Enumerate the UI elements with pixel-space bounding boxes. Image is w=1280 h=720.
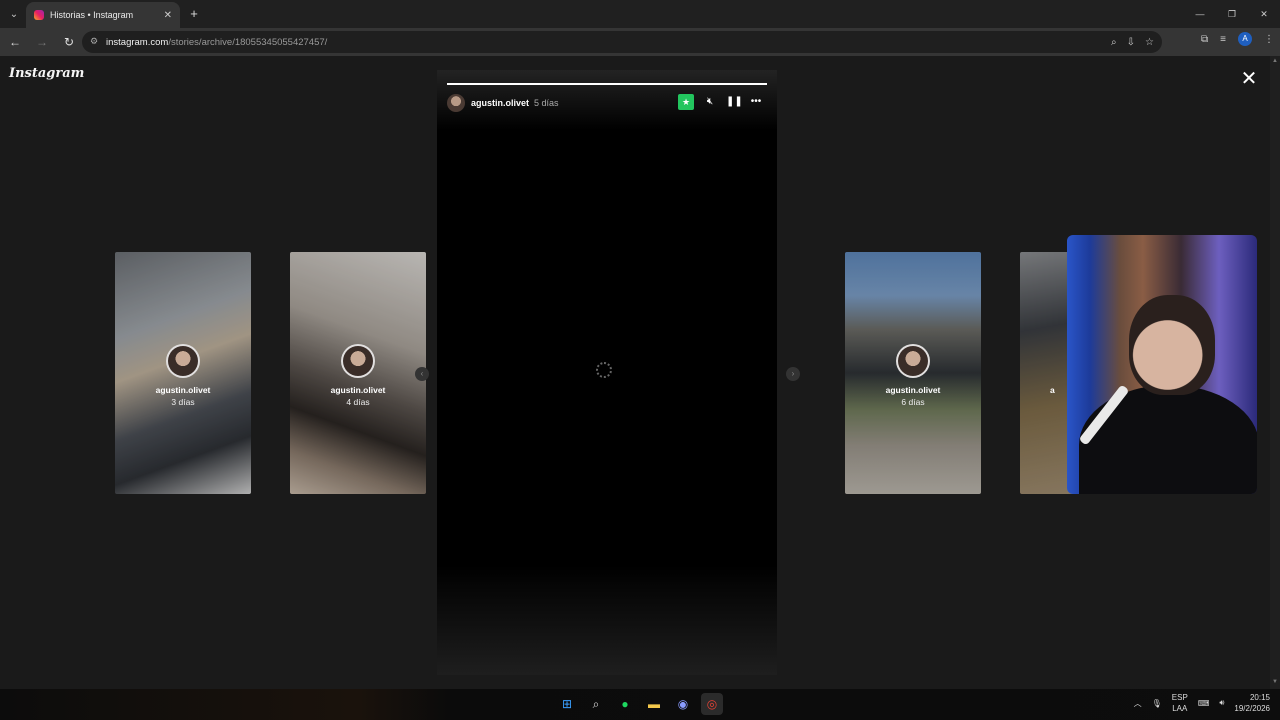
story-card-username: agustin.olivet — [330, 385, 386, 395]
browser-tabstrip: ⌄ Historias • Instagram ✕ + — ❐ ✕ — [0, 0, 1280, 28]
network-icon[interactable]: ⌨ — [1198, 699, 1210, 708]
discord-icon[interactable]: ◉ — [672, 693, 694, 715]
scroll-down-icon[interactable]: ▼ — [1271, 679, 1279, 687]
file-explorer-icon[interactable]: ▬ — [643, 693, 665, 715]
clock-date: 19/2/2026 — [1234, 704, 1270, 713]
close-window-icon[interactable]: ✕ — [1248, 0, 1280, 28]
profile-avatar[interactable]: A — [1238, 32, 1252, 46]
story-card-time: 4 días — [346, 397, 370, 407]
system-tray: ︿ 🎙︎ ESP LAA ⌨ 🔊︎ 20:15 19/2/2026 — [1134, 692, 1270, 714]
webcam-overlay — [1067, 235, 1257, 494]
reload-icon[interactable]: ↻ — [57, 30, 81, 54]
address-bar[interactable]: ⚙ instagram.com/stories/archive/18055345… — [82, 31, 1162, 53]
forward-icon[interactable]: → — [30, 30, 54, 54]
zoom-icon[interactable]: ⌕ — [1111, 37, 1117, 48]
previous-story-arrow-icon[interactable]: ‹ — [415, 367, 429, 381]
avatar — [341, 344, 375, 378]
instagram-favicon-icon — [34, 10, 44, 20]
extensions-icon[interactable]: ⧉ — [1201, 34, 1208, 45]
story-card-time: 6 días — [901, 397, 925, 407]
more-options-icon[interactable]: ••• — [749, 94, 763, 110]
page-scrollbar[interactable]: ▲ ▼ — [1270, 56, 1280, 689]
omnibox-actions: ⌕ ⇩ ☆ — [1111, 31, 1154, 53]
story-card-username: agustin.olivet — [155, 385, 211, 395]
bookmark-star-icon[interactable]: ☆ — [1145, 37, 1154, 48]
lang-layout: LAA — [1172, 704, 1188, 713]
pause-icon[interactable]: ❚❚ — [726, 94, 743, 110]
search-icon[interactable]: ⌕ — [585, 693, 607, 715]
chrome-icon[interactable]: ◎ — [701, 693, 723, 715]
microphone-icon[interactable]: 🎙︎ — [1152, 699, 1162, 708]
tab-title: Historias • Instagram — [50, 10, 134, 20]
story-controls: ★ 🔇︎ ❚❚ ••• — [678, 94, 763, 110]
site-info-icon[interactable]: ⚙ — [88, 36, 100, 48]
story-username[interactable]: agustin.olivet — [471, 98, 529, 108]
tab-close-icon[interactable]: ✕ — [164, 10, 172, 21]
tab-instagram[interactable]: Historias • Instagram ✕ — [26, 2, 180, 28]
back-icon[interactable]: ← — [3, 30, 27, 54]
webcam-person-body — [1079, 385, 1257, 494]
story-card[interactable]: agustin.olivet 4 días — [290, 252, 426, 494]
story-card-time: 3 días — [171, 397, 195, 407]
avatar — [896, 344, 930, 378]
volume-icon[interactable]: 🔊︎ — [1219, 698, 1224, 708]
story-card-username: agustin.olivet — [885, 385, 941, 395]
chrome-menu-icon[interactable]: ⋮ — [1264, 34, 1274, 45]
tab-search-chevron-icon[interactable]: ⌄ — [0, 0, 28, 28]
story-time: 5 días — [534, 98, 559, 108]
lang-code: ESP — [1171, 693, 1188, 702]
new-tab-button[interactable]: + — [186, 6, 202, 22]
loading-spinner-icon — [596, 362, 612, 378]
spotify-icon[interactable]: ● — [614, 693, 636, 715]
toolbar-right: ⧉ ≡ A ⋮ — [1201, 32, 1274, 46]
windows-start-icon[interactable]: ⊞ — [556, 693, 578, 715]
story-card[interactable]: agustin.olivet 3 días — [115, 252, 251, 494]
input-language[interactable]: ESP LAA — [1172, 692, 1188, 714]
instagram-logo[interactable]: Instagram — [9, 66, 84, 81]
tray-overflow-chevron-icon[interactable]: ︿ — [1134, 698, 1142, 709]
avatar[interactable] — [447, 94, 465, 112]
install-app-icon[interactable]: ⇩ — [1127, 37, 1135, 48]
muted-speaker-icon[interactable]: 🔇︎ — [703, 94, 717, 110]
url-host: instagram.com — [106, 36, 169, 48]
clock-time: 20:15 — [1249, 693, 1270, 702]
taskbar: ⊞ ⌕ ● ▬ ◉ ◎ ︿ 🎙︎ ESP LAA ⌨ 🔊︎ 20:15 19/2… — [0, 689, 1280, 720]
story-progress-bar — [447, 83, 767, 85]
window-controls: — ❐ ✕ — [1184, 0, 1280, 28]
story-progress-fill — [447, 83, 767, 85]
active-story[interactable]: agustin.olivet 5 días ★ 🔇︎ ❚❚ ••• — [437, 70, 777, 675]
minimize-icon[interactable]: — — [1184, 0, 1216, 28]
browser-toolbar: ← → ↻ ⚙ instagram.com/stories/archive/18… — [0, 28, 1280, 56]
url-path: /stories/archive/18055345055427457/ — [168, 36, 328, 48]
story-header: agustin.olivet 5 días ★ 🔇︎ ❚❚ ••• — [447, 94, 767, 112]
avatar — [166, 344, 200, 378]
next-story-arrow-icon[interactable]: › — [786, 367, 800, 381]
scroll-up-icon[interactable]: ▲ — [1271, 58, 1279, 66]
media-control-icon[interactable]: ≡ — [1220, 34, 1226, 45]
close-viewer-icon[interactable]: ✕ — [1240, 69, 1258, 89]
close-friends-star-icon: ★ — [678, 94, 694, 110]
clock[interactable]: 20:15 19/2/2026 — [1234, 692, 1270, 714]
taskbar-apps: ⊞ ⌕ ● ▬ ◉ ◎ — [556, 693, 723, 715]
restore-icon[interactable]: ❐ — [1216, 0, 1248, 28]
webcam-person-head — [1129, 295, 1215, 395]
story-card[interactable]: agustin.olivet 6 días — [845, 252, 981, 494]
